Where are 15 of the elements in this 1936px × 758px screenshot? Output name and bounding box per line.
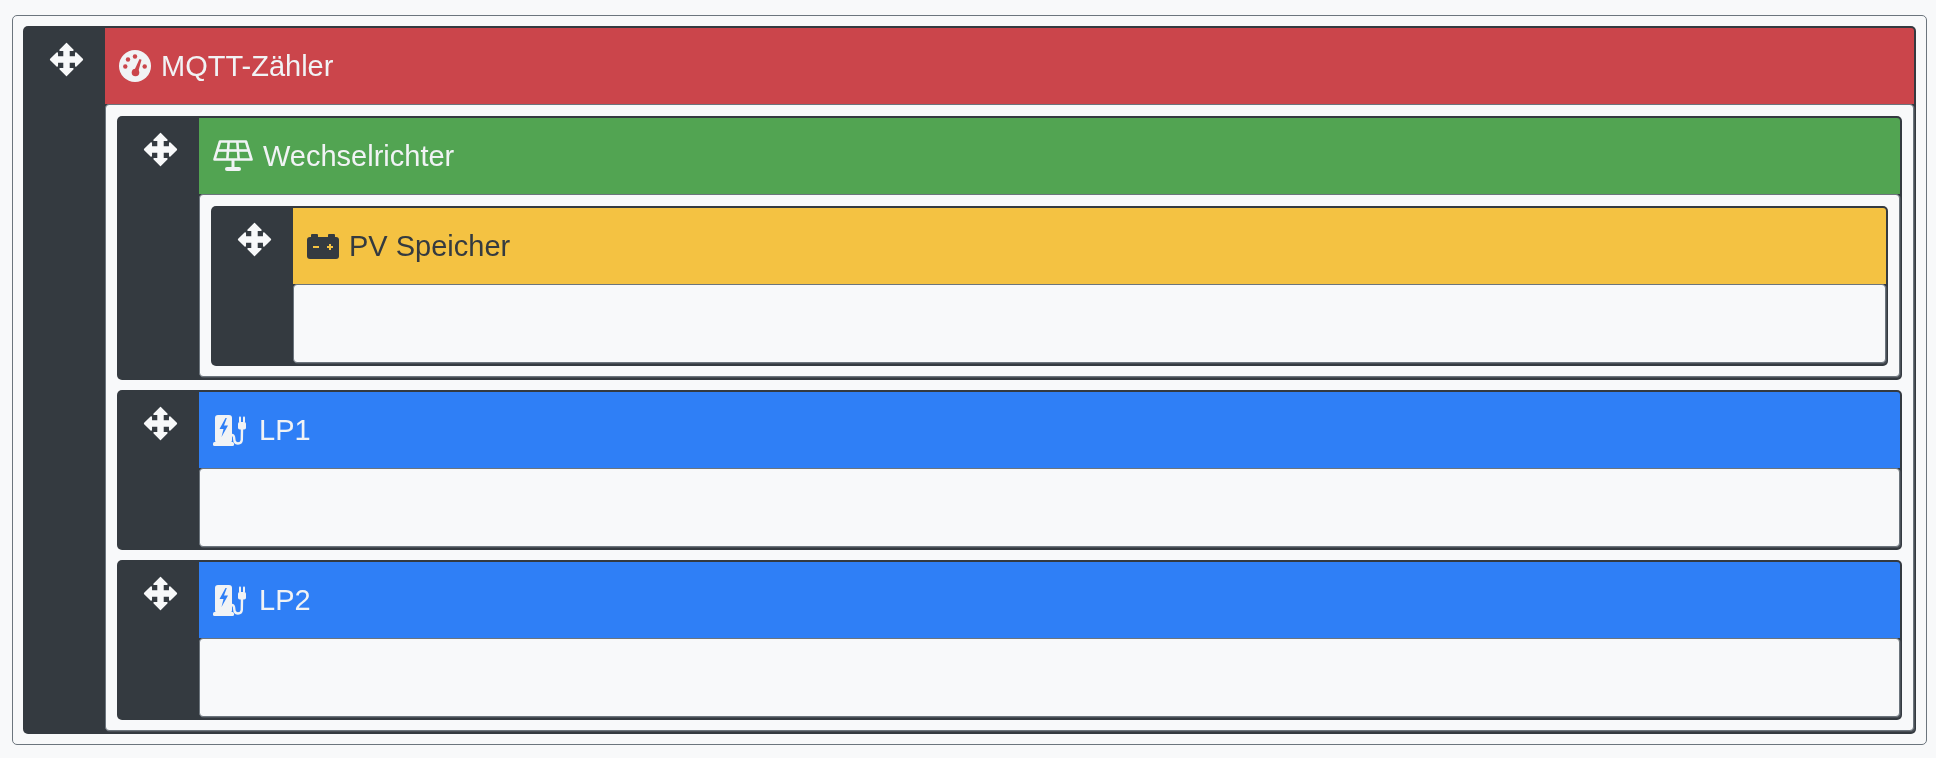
move-icon[interactable] (142, 576, 178, 611)
charging-station-icon (213, 584, 249, 616)
move-icon[interactable] (236, 222, 272, 257)
battery-icon (307, 233, 339, 259)
charging-station-icon (213, 414, 249, 446)
solar-panel-icon (213, 140, 253, 172)
gauge-icon (119, 50, 151, 82)
move-icon[interactable] (142, 406, 178, 441)
card-title: PV Speicher (349, 229, 511, 263)
card-title: MQTT-Zähler (161, 49, 334, 83)
card-title: Wechselrichter (263, 139, 455, 173)
move-icon[interactable] (142, 132, 178, 167)
move-icon[interactable] (48, 42, 84, 77)
card-title: LP1 (259, 413, 311, 447)
card-title: LP2 (259, 583, 311, 617)
